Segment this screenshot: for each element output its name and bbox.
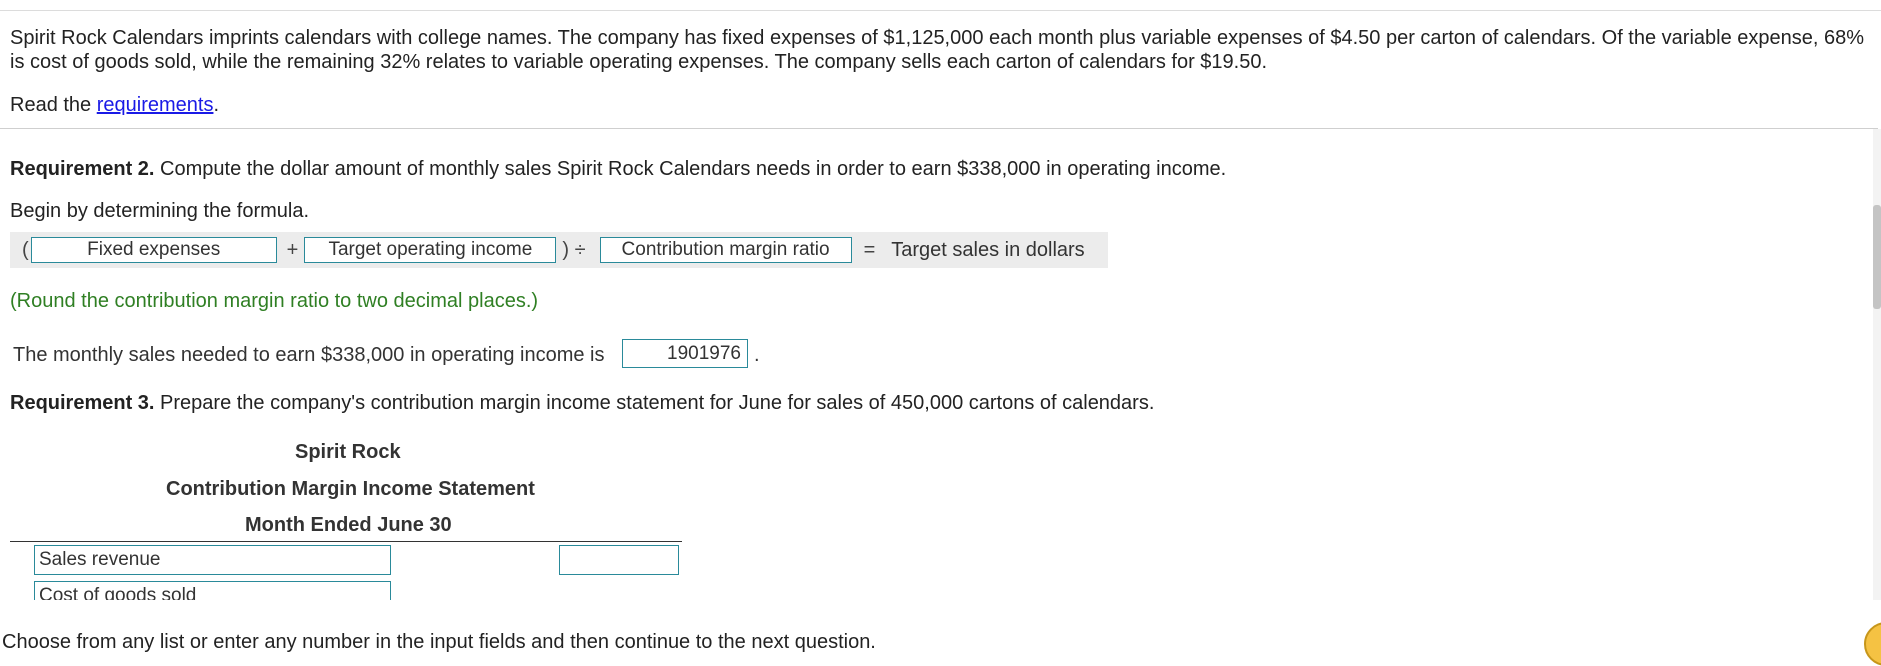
read-prefix: Read the	[10, 94, 97, 116]
sales-revenue-amount-input[interactable]	[559, 545, 679, 575]
problem-statement: Spirit Rock Calendars imprints calendars…	[10, 27, 1865, 73]
requirements-link[interactable]: requirements	[97, 94, 214, 116]
sales-revenue-label-select[interactable]: Sales revenue	[34, 545, 391, 575]
cost-of-goods-sold-label-select[interactable]: Cost of goods sold	[34, 581, 391, 600]
read-suffix: .	[213, 94, 220, 116]
read-requirements-line: Read the requirements.	[10, 94, 219, 117]
vertical-scrollbar[interactable]	[1873, 129, 1881, 600]
scrollbar-thumb[interactable]	[1873, 205, 1881, 309]
top-divider	[0, 10, 1881, 11]
help-button-icon[interactable]	[1864, 622, 1881, 666]
scrollable-content-clip: Sales revenue Cost of goods sold	[0, 129, 1878, 600]
footer-instruction: Choose from any list or enter any number…	[2, 631, 876, 653]
